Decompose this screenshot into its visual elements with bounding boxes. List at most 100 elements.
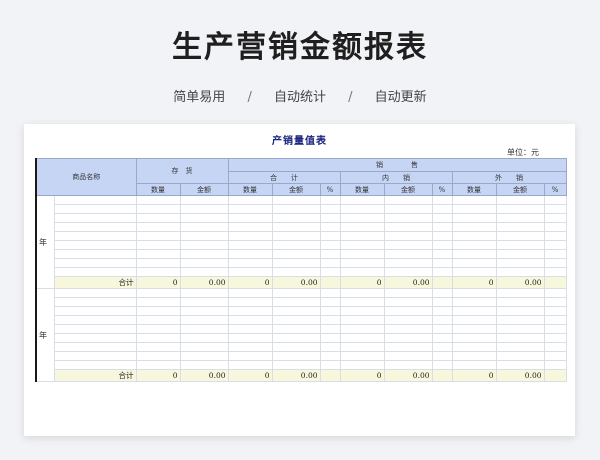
grid-cell[interactable] (339, 360, 385, 370)
grid-cell[interactable] (431, 276, 453, 289)
grid-cell[interactable] (319, 195, 341, 205)
grid-cell[interactable] (383, 204, 433, 214)
grid-cell[interactable] (227, 306, 273, 316)
grid-cell[interactable] (431, 324, 453, 334)
grid-cell[interactable] (135, 222, 181, 232)
grid-cell[interactable] (227, 240, 273, 250)
grid-cell[interactable] (319, 333, 341, 343)
grid-cell[interactable] (431, 369, 453, 382)
grid-cell[interactable] (179, 297, 229, 307)
grid-cell[interactable] (451, 204, 497, 214)
grid-cell[interactable] (319, 306, 341, 316)
grid-cell[interactable] (135, 204, 181, 214)
grid-cell[interactable] (53, 297, 137, 307)
grid-cell[interactable] (431, 213, 453, 223)
grid-cell[interactable] (179, 213, 229, 223)
grid-cell[interactable] (383, 342, 433, 352)
grid-cell[interactable] (135, 297, 181, 307)
grid-cell[interactable] (179, 351, 229, 361)
grid-cell[interactable] (383, 297, 433, 307)
grid-cell[interactable] (271, 249, 321, 259)
grid-cell[interactable] (227, 324, 273, 334)
grid-cell[interactable] (227, 351, 273, 361)
grid-cell[interactable] (179, 231, 229, 241)
grid-cell[interactable] (383, 258, 433, 268)
grid-cell[interactable] (543, 258, 567, 268)
grid-cell[interactable] (179, 333, 229, 343)
grid-cell[interactable] (319, 297, 341, 307)
grid-cell[interactable] (53, 333, 137, 343)
year-cell[interactable]: 年 (35, 195, 55, 289)
grid-cell[interactable] (227, 213, 273, 223)
grid-cell[interactable] (431, 258, 453, 268)
grid-cell[interactable] (179, 360, 229, 370)
grid-cell[interactable] (495, 360, 545, 370)
grid-cell[interactable] (271, 240, 321, 250)
grid-cell[interactable] (53, 222, 137, 232)
grid-cell[interactable] (495, 306, 545, 316)
grid-cell[interactable] (543, 213, 567, 223)
grid-cell[interactable] (543, 369, 567, 382)
grid-cell[interactable] (495, 213, 545, 223)
grid-cell[interactable] (53, 315, 137, 325)
grid-cell[interactable] (431, 195, 453, 205)
grid-cell[interactable] (319, 267, 341, 277)
grid-cell[interactable] (319, 276, 341, 289)
grid-cell[interactable] (451, 258, 497, 268)
grid-cell[interactable] (319, 213, 341, 223)
grid-cell[interactable] (543, 306, 567, 316)
grid-cell[interactable] (53, 351, 137, 361)
grid-cell[interactable] (135, 249, 181, 259)
grid-cell[interactable] (135, 306, 181, 316)
grid-cell[interactable] (319, 324, 341, 334)
grid-cell[interactable] (319, 231, 341, 241)
grid-cell[interactable] (383, 231, 433, 241)
grid-cell[interactable] (53, 240, 137, 250)
grid-cell[interactable] (339, 333, 385, 343)
grid-cell[interactable] (135, 231, 181, 241)
grid-cell[interactable] (271, 306, 321, 316)
grid-cell[interactable] (339, 297, 385, 307)
grid-cell[interactable] (227, 333, 273, 343)
grid-cell[interactable] (543, 240, 567, 250)
grid-cell[interactable] (495, 315, 545, 325)
grid-cell[interactable] (227, 249, 273, 259)
grid-cell[interactable] (339, 324, 385, 334)
grid-cell[interactable] (543, 324, 567, 334)
grid-cell[interactable] (543, 222, 567, 232)
grid-cell[interactable] (431, 297, 453, 307)
grid-cell[interactable] (383, 333, 433, 343)
grid-cell[interactable] (53, 204, 137, 214)
grid-cell[interactable] (431, 222, 453, 232)
grid-cell[interactable] (495, 342, 545, 352)
grid-cell[interactable] (339, 231, 385, 241)
grid-cell[interactable] (495, 231, 545, 241)
grid-cell[interactable] (495, 297, 545, 307)
grid-cell[interactable] (135, 267, 181, 277)
grid-cell[interactable] (271, 222, 321, 232)
grid-cell[interactable] (135, 240, 181, 250)
grid-cell[interactable] (495, 222, 545, 232)
grid-cell[interactable] (431, 240, 453, 250)
grid-cell[interactable] (319, 240, 341, 250)
grid-cell[interactable] (339, 213, 385, 223)
grid-cell[interactable] (495, 267, 545, 277)
grid-cell[interactable] (431, 231, 453, 241)
grid-cell[interactable] (319, 315, 341, 325)
grid-cell[interactable] (339, 258, 385, 268)
grid-cell[interactable] (383, 222, 433, 232)
grid-cell[interactable] (451, 315, 497, 325)
grid-cell[interactable] (543, 315, 567, 325)
grid-cell[interactable] (451, 324, 497, 334)
grid-cell[interactable] (271, 324, 321, 334)
grid-cell[interactable] (339, 315, 385, 325)
grid-cell[interactable] (431, 288, 453, 298)
grid-cell[interactable] (179, 267, 229, 277)
grid-cell[interactable] (135, 288, 181, 298)
grid-cell[interactable] (227, 258, 273, 268)
grid-cell[interactable] (451, 222, 497, 232)
grid-cell[interactable] (271, 204, 321, 214)
grid-cell[interactable] (319, 249, 341, 259)
year-cell[interactable]: 年 (35, 288, 55, 382)
grid-cell[interactable] (53, 360, 137, 370)
